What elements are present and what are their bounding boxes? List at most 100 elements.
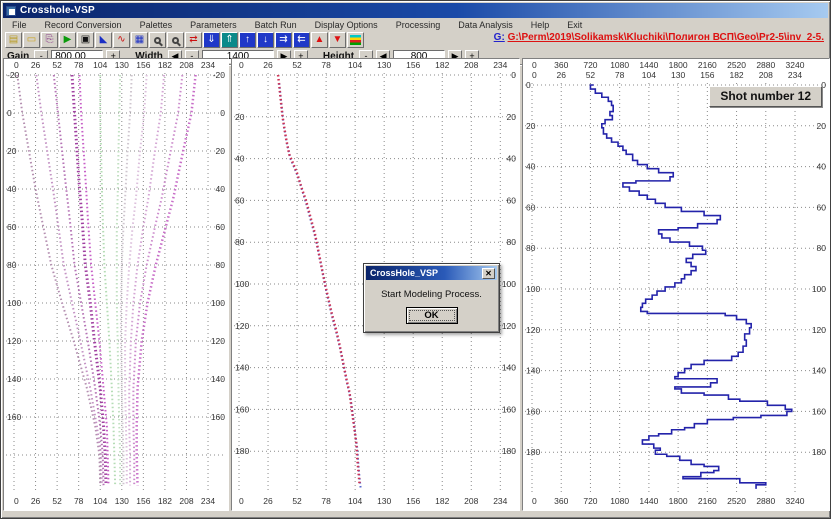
axis-tick-label: 1800 xyxy=(669,496,688,506)
axis-tick-label: 20 xyxy=(216,146,226,156)
velocity-profile-curve xyxy=(590,85,791,489)
axis-tick-label: 40 xyxy=(216,184,226,194)
trace-12 xyxy=(137,75,196,485)
axis-tick-label: 3240 xyxy=(786,60,805,70)
axis-tick-label: 2880 xyxy=(756,496,775,506)
axis-tick-label: 104 xyxy=(642,70,656,80)
axis-tick-label: 78 xyxy=(321,60,331,70)
move-down-icon[interactable]: ↓ xyxy=(257,32,274,48)
axis-tick-label: 20 xyxy=(507,112,517,122)
gain-down-icon[interactable]: ▼ xyxy=(329,32,346,48)
dialog-message: Start Modeling Process. xyxy=(364,289,499,300)
left-gather-plot[interactable]: 0265278104130156182208234026527810413015… xyxy=(4,59,228,510)
axis-tick-label: 182 xyxy=(158,60,172,70)
play-icon[interactable]: ▶ xyxy=(59,32,76,48)
shift-down-icon[interactable]: ⇓ xyxy=(203,32,220,48)
right-velocity-plot[interactable]: 0360720108014401800216025202880324002652… xyxy=(523,59,829,510)
axis-tick-label: 0 xyxy=(14,60,19,70)
zoom-out-icon xyxy=(172,37,179,44)
menu-item-batch-run[interactable]: Batch Run xyxy=(246,20,306,30)
dialog-close-button[interactable]: ✕ xyxy=(482,268,495,279)
axis-tick-label: 52 xyxy=(292,496,302,506)
axis-tick-label: 52 xyxy=(52,496,62,506)
axis-tick-label: 140 xyxy=(502,363,516,373)
axis-tick-label: 100 xyxy=(235,279,249,289)
axis-tick-label: 156 xyxy=(406,496,420,506)
axis-tick-label: 140 xyxy=(7,374,21,384)
axis-tick-label: 26 xyxy=(31,60,41,70)
trace-8 xyxy=(121,75,132,485)
axis-tick-label: 60 xyxy=(235,195,245,205)
menu-item-help[interactable]: Help xyxy=(522,20,559,30)
modeling-dialog: CrossHole_VSP ✕ Start Modeling Process. … xyxy=(363,263,500,333)
gain-up-icon[interactable]: ▲ xyxy=(311,32,328,48)
axis-tick-label: 78 xyxy=(74,496,84,506)
axis-tick-label: 160 xyxy=(235,404,249,414)
menu-item-data-analysis[interactable]: Data Analysis xyxy=(449,20,522,30)
close-icon: ✕ xyxy=(485,269,492,278)
axis-tick-label: 160 xyxy=(812,406,826,416)
axis-tick-label: 2520 xyxy=(727,496,746,506)
axis-tick-label: 40 xyxy=(7,184,17,194)
axis-tick-label: 120 xyxy=(502,321,516,331)
dialog-title-bar[interactable]: CrossHole_VSP ✕ xyxy=(366,266,497,280)
trace-11 xyxy=(133,75,182,485)
axis-tick-label: 140 xyxy=(812,366,826,376)
ok-button[interactable]: OK xyxy=(406,307,458,324)
axis-tick-label: 104 xyxy=(93,496,107,506)
trace-6 xyxy=(100,75,115,485)
pick-blue xyxy=(279,83,361,488)
axis-tick-label: 182 xyxy=(435,496,449,506)
axis-tick-label: 80 xyxy=(817,243,827,253)
shift-up-icon[interactable]: ⇑ xyxy=(221,32,238,48)
stop-record-icon[interactable]: ▣ xyxy=(77,32,94,48)
axis-tick-label: 208 xyxy=(464,60,478,70)
title-bar[interactable]: Crosshole-VSP xyxy=(3,3,828,18)
stretch-right-icon[interactable]: ⇉ xyxy=(275,32,292,48)
velocity-log-panel[interactable]: Shot number 12 0360720108014401800216025… xyxy=(522,58,830,511)
window-title: Crosshole-VSP xyxy=(20,5,95,16)
axis-tick-label: 60 xyxy=(817,202,827,212)
menu-item-display-options[interactable]: Display Options xyxy=(306,20,387,30)
axis-tick-label: 40 xyxy=(817,162,827,172)
axis-tick-label: 0 xyxy=(14,496,19,506)
app-icon xyxy=(6,6,16,16)
new-file-icon[interactable]: ▤ xyxy=(5,32,22,48)
trace-2 xyxy=(36,75,102,485)
histogram-icon[interactable]: ◣ xyxy=(95,32,112,48)
axis-tick-label: 20 xyxy=(526,121,536,131)
drive-label: G: xyxy=(494,32,505,43)
axis-tick-label: 100 xyxy=(502,279,516,289)
palette-icon[interactable] xyxy=(347,32,364,48)
pick-red xyxy=(278,75,360,485)
waveform-icon[interactable]: ∿ xyxy=(113,32,130,48)
axis-tick-label: 130 xyxy=(671,70,685,80)
menu-item-exit[interactable]: Exit xyxy=(558,20,591,30)
trace-7 xyxy=(117,75,120,485)
axis-tick-label: 180 xyxy=(526,447,540,457)
gather-traces-panel[interactable]: 0265278104130156182208234026527810413015… xyxy=(3,58,229,511)
move-up-icon[interactable]: ↑ xyxy=(239,32,256,48)
axis-tick-label: 2160 xyxy=(698,496,717,506)
menu-item-record-conversion[interactable]: Record Conversion xyxy=(36,20,131,30)
compare-traces-icon[interactable]: ⇄ xyxy=(185,32,202,48)
record-conversion-icon[interactable]: ⎘ xyxy=(41,32,58,48)
stretch-left-icon[interactable]: ⇇ xyxy=(293,32,310,48)
axis-tick-label: 40 xyxy=(507,154,517,164)
axis-tick-label: 0 xyxy=(821,80,826,90)
shot-number-button[interactable]: Shot number 12 xyxy=(709,86,822,107)
file-path-text: G:\Perm\2019\Solikamsk\Kluchiki\Полигон … xyxy=(508,32,824,43)
open-folder-icon[interactable]: ▭ xyxy=(23,32,40,48)
axis-tick-label: 1080 xyxy=(610,60,629,70)
menu-item-parameters[interactable]: Parameters xyxy=(181,20,246,30)
save-icon[interactable]: ▦ xyxy=(131,32,148,48)
menu-item-palettes[interactable]: Palettes xyxy=(131,20,182,30)
axis-tick-label: 234 xyxy=(201,496,215,506)
zoom-in-icon[interactable] xyxy=(149,32,166,48)
axis-tick-label: 120 xyxy=(235,321,249,331)
menu-item-processing[interactable]: Processing xyxy=(387,20,450,30)
axis-tick-label: 234 xyxy=(201,60,215,70)
menu-item-file[interactable]: File xyxy=(3,20,36,30)
zoom-out-icon[interactable] xyxy=(167,32,184,48)
axis-tick-label: 130 xyxy=(377,496,391,506)
